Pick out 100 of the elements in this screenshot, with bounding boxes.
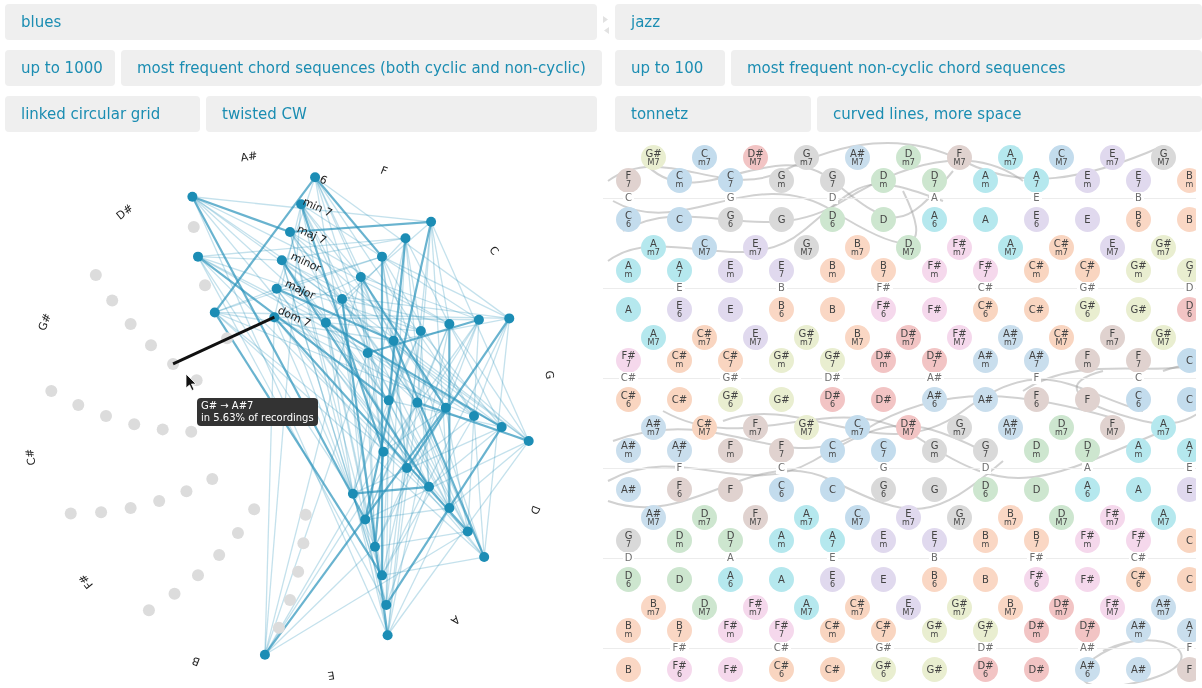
chord-node[interactable]: A 6	[718, 567, 743, 592]
chord-node[interactable]: B 7	[667, 617, 692, 643]
chord-node[interactable]: F# M7	[947, 325, 972, 350]
chord-node[interactable]: C# m	[667, 347, 692, 373]
chord-node[interactable]: D# m	[1024, 617, 1049, 643]
chord-node[interactable]: B 7	[871, 257, 896, 283]
chord-node[interactable]: B m	[973, 527, 998, 553]
chord-node[interactable]: C# 6	[616, 387, 641, 412]
chord-node[interactable]: F M7	[1100, 415, 1125, 440]
chord-node[interactable]: B 6	[769, 297, 794, 322]
chord-node[interactable]: E M7	[743, 325, 768, 350]
chord-node[interactable]: C 6	[769, 477, 794, 502]
chord-node[interactable]: G	[922, 477, 947, 502]
chord-node[interactable]: D 6	[820, 207, 845, 232]
chord-node[interactable]: B	[1177, 207, 1196, 232]
chord-node[interactable]: A# 7	[1024, 347, 1049, 373]
chord-node[interactable]: G M7	[794, 235, 819, 260]
chord-node[interactable]: E m7	[1100, 145, 1125, 170]
chord-node[interactable]: A m	[973, 167, 998, 193]
chord-node[interactable]: D m7	[896, 145, 921, 170]
chord-node[interactable]: C 7	[871, 437, 896, 463]
chord-node[interactable]: G 7	[616, 527, 641, 553]
chord-node[interactable]: F# 6	[667, 657, 692, 682]
chord-node[interactable]: F m	[718, 437, 743, 463]
chord-node[interactable]: A#	[973, 387, 998, 412]
chord-node[interactable]: C	[667, 207, 692, 232]
chord-node[interactable]: A# m	[1126, 617, 1151, 643]
chord-node[interactable]: C#	[1024, 297, 1049, 322]
chord-node[interactable]: D 7	[922, 167, 947, 193]
chord-node[interactable]: F 7	[1126, 347, 1151, 373]
chord-node[interactable]: C# 7	[1075, 257, 1100, 283]
chord-node[interactable]: G 6	[718, 207, 743, 232]
chord-node[interactable]: F# M7	[1100, 595, 1125, 620]
chord-node[interactable]: B	[820, 297, 845, 322]
chord-node[interactable]: E 7	[1126, 167, 1151, 193]
chord-node[interactable]: C# 7	[871, 617, 896, 643]
chord-node[interactable]: F# m7	[743, 595, 768, 620]
chord-node[interactable]: E 6	[1024, 207, 1049, 232]
chord-node[interactable]: G# m7	[794, 325, 819, 350]
chord-node[interactable]: F m7	[1100, 325, 1125, 350]
chord-node[interactable]: G 7	[973, 437, 998, 463]
chord-node[interactable]: F# m	[922, 257, 947, 283]
chord-node[interactable]: G# M7	[641, 145, 666, 170]
chord-node[interactable]: A M7	[794, 595, 819, 620]
chord-node[interactable]: F# 6	[871, 297, 896, 322]
chord-node[interactable]: A#	[1126, 657, 1151, 682]
chord-node[interactable]: A# m7	[641, 415, 666, 440]
chord-node[interactable]: A m7	[1151, 415, 1176, 440]
chord-node[interactable]: G# 6	[871, 657, 896, 682]
chord-node[interactable]: B m	[820, 257, 845, 283]
chord-node[interactable]: G#	[922, 657, 947, 682]
chord-node[interactable]: D# 7	[922, 347, 947, 373]
chord-node[interactable]: E m	[1075, 167, 1100, 193]
chord-node[interactable]: B m	[1177, 167, 1196, 193]
chord-node[interactable]: F m	[1075, 347, 1100, 373]
chord-node[interactable]: D M7	[896, 235, 921, 260]
chord-node[interactable]: D m	[871, 167, 896, 193]
chord-node[interactable]: C#	[820, 657, 845, 682]
chord-node[interactable]: G# 7	[973, 617, 998, 643]
chord-node[interactable]: D 6	[973, 477, 998, 502]
chord-node[interactable]: G M7	[947, 505, 972, 530]
chord-node[interactable]: F# m7	[1100, 505, 1125, 530]
chord-node[interactable]: G 7	[820, 167, 845, 193]
chord-node[interactable]: E	[718, 297, 743, 322]
chord-node[interactable]: F M7	[947, 145, 972, 170]
chord-node[interactable]: C	[1177, 567, 1196, 592]
chord-node[interactable]: F	[1177, 657, 1196, 682]
chord-node[interactable]: G# M7	[1151, 325, 1176, 350]
chord-node[interactable]: F# m	[1075, 527, 1100, 553]
chord-node[interactable]: A# M7	[845, 145, 870, 170]
chord-node[interactable]: G 6	[871, 477, 896, 502]
chord-node[interactable]: B M7	[845, 325, 870, 350]
chord-node[interactable]: F 7	[616, 167, 641, 193]
chord-node[interactable]: E M7	[896, 595, 921, 620]
chord-node[interactable]: E M7	[1100, 235, 1125, 260]
chord-node[interactable]: E	[1075, 207, 1100, 232]
chord-node[interactable]: D# M7	[896, 415, 921, 440]
chord-node[interactable]: C M7	[1049, 145, 1074, 170]
chord-node[interactable]: E m7	[743, 235, 768, 260]
chord-node[interactable]: B	[973, 567, 998, 592]
chord-node[interactable]: E m	[871, 527, 896, 553]
chord-node[interactable]: D# M7	[743, 145, 768, 170]
chord-node[interactable]: G# 6	[1075, 297, 1100, 322]
chord-node[interactable]: G m7	[947, 415, 972, 440]
chord-node[interactable]: A	[769, 567, 794, 592]
chord-node[interactable]: E 6	[667, 297, 692, 322]
chord-node[interactable]: G# 7	[820, 347, 845, 373]
chord-node[interactable]: D 6	[1177, 297, 1196, 322]
chord-node[interactable]: A# m7	[998, 325, 1023, 350]
chord-node[interactable]: C M7	[692, 235, 717, 260]
chord-node[interactable]: D m7	[692, 505, 717, 530]
chord-node[interactable]: F#	[718, 657, 743, 682]
chord-node[interactable]: C# 6	[769, 657, 794, 682]
chord-node[interactable]: C 7	[718, 167, 743, 193]
chord-node[interactable]: A m	[616, 257, 641, 283]
collapse-arrows-icon[interactable]	[602, 14, 610, 36]
chord-node[interactable]: C# 6	[1126, 567, 1151, 592]
chord-node[interactable]: F# 7	[769, 617, 794, 643]
chord-node[interactable]: G m	[769, 167, 794, 193]
chord-node[interactable]: G# 6	[718, 387, 743, 412]
